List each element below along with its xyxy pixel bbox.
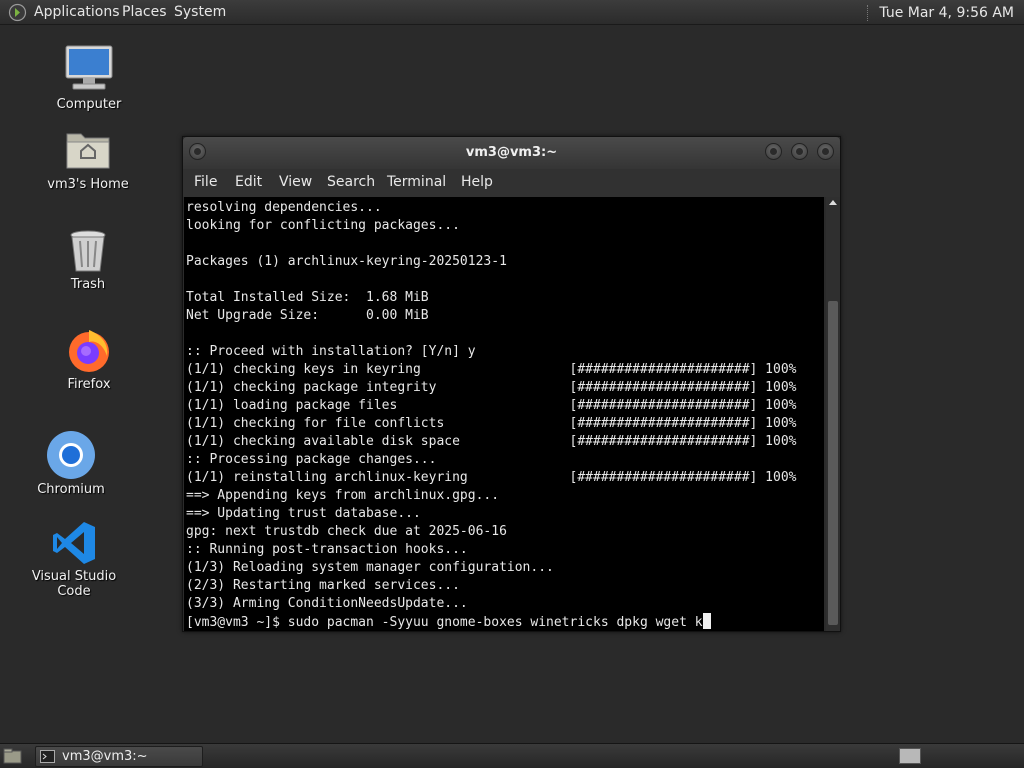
- chromium-icon: [47, 431, 95, 479]
- menu-terminal[interactable]: Terminal: [387, 174, 446, 190]
- terminal-line: looking for conflicting packages...: [186, 218, 460, 233]
- clock-area: Tue Mar 4, 9:56 AM: [867, 0, 1024, 25]
- terminal-line: :: Running post-transaction hooks...: [186, 542, 468, 557]
- menu-view[interactable]: View: [279, 174, 312, 190]
- terminal-line: :: Proceed with installation? [Y/n] y: [186, 344, 476, 359]
- desktop-icon-label: vm3's Home: [47, 177, 129, 192]
- menu-file[interactable]: File: [194, 174, 217, 190]
- desktop-icon-firefox[interactable]: Firefox: [34, 326, 144, 394]
- home-folder-icon: [66, 133, 110, 169]
- trash-icon: [70, 230, 106, 272]
- terminal-line: gpg: next trustdb check due at 2025-06-1…: [186, 524, 507, 539]
- menu-edit[interactable]: Edit: [235, 174, 262, 190]
- terminal-line: (1/1) loading package files [###########…: [186, 398, 797, 413]
- terminal-line: (1/1) checking package integrity [######…: [186, 380, 797, 395]
- desktop-icon-trash[interactable]: Trash: [33, 229, 143, 295]
- system-menu[interactable]: System: [174, 4, 226, 20]
- close-button[interactable]: [817, 143, 834, 160]
- desktop-icon-label: Chromium: [37, 482, 105, 497]
- taskbar-terminal-button[interactable]: vm3@vm3:~: [35, 746, 203, 767]
- menu-help[interactable]: Help: [461, 174, 493, 190]
- firefox-icon: [69, 330, 109, 372]
- minimize-button[interactable]: [765, 143, 782, 160]
- terminal-window[interactable]: vm3@vm3:~ File Edit View Search Terminal…: [182, 136, 841, 632]
- terminal-line: resolving dependencies...: [186, 200, 382, 215]
- terminal-line: ==> Appending keys from archlinux.gpg...: [186, 488, 500, 503]
- desktop-icon-chromium[interactable]: Chromium: [16, 430, 126, 500]
- terminal-line: (1/1) checking for file conflicts [#####…: [186, 416, 797, 431]
- menu-search[interactable]: Search: [327, 174, 375, 190]
- vscode-icon: [53, 522, 95, 564]
- terminal-line: Packages (1) archlinux-keyring-20250123-…: [186, 254, 507, 269]
- applications-menu-icon[interactable]: [8, 3, 27, 22]
- panel-separator: [867, 4, 871, 21]
- terminal-line: Total Installed Size: 1.68 MiB: [186, 290, 429, 305]
- computer-icon: [65, 45, 113, 90]
- terminal-line: (1/1) checking available disk space [###…: [186, 434, 797, 449]
- applications-menu[interactable]: Applications: [34, 4, 120, 20]
- terminal-line: (2/3) Restarting marked services...: [186, 578, 460, 593]
- terminal-scrollbar[interactable]: [826, 197, 840, 631]
- desktop-icon-label: Firefox: [67, 377, 111, 392]
- show-desktop-icon[interactable]: [3, 748, 22, 765]
- desktop-icon-computer[interactable]: Computer: [34, 44, 144, 119]
- window-title: vm3@vm3:~: [465, 145, 558, 160]
- terminal-icon: [40, 750, 55, 763]
- top-panel: Applications Places System Tue Mar 4, 9:…: [0, 0, 1024, 25]
- bottom-panel: vm3@vm3:~: [0, 743, 1024, 768]
- desktop-icon-label: Visual Studio Code: [31, 569, 117, 599]
- terminal-line: ==> Updating trust database...: [186, 506, 421, 521]
- text-cursor: [702, 613, 711, 629]
- clock[interactable]: Tue Mar 4, 9:56 AM: [879, 5, 1024, 21]
- desktop-icon-vscode[interactable]: Visual Studio Code: [19, 520, 129, 599]
- scroll-up-arrow-icon[interactable]: [829, 200, 837, 205]
- terminal-line: (1/3) Reloading system manager configura…: [186, 560, 554, 575]
- desktop-icon-label: Computer: [56, 97, 122, 112]
- desktop-icon-home[interactable]: vm3's Home: [33, 128, 143, 198]
- taskbar-button-label: vm3@vm3:~: [62, 749, 148, 764]
- terminal-line: (1/1) reinstalling archlinux-keyring [##…: [186, 470, 797, 485]
- workspace-switcher[interactable]: [899, 748, 921, 764]
- terminal-line: (1/1) checking keys in keyring [########…: [186, 362, 797, 377]
- terminal-menubar: File Edit View Search Terminal Help: [183, 169, 840, 197]
- command-prompt-line[interactable]: [vm3@vm3 ~]$ sudo pacman -Syyuu gnome-bo…: [186, 613, 824, 631]
- terminal-line: :: Processing package changes...: [186, 452, 437, 467]
- terminal-line: (3/3) Arming ConditionNeedsUpdate...: [186, 596, 468, 611]
- command-prompt: [vm3@vm3 ~]$ sudo pacman -Syyuu gnome-bo…: [186, 615, 703, 630]
- terminal-output[interactable]: resolving dependencies... looking for con…: [184, 197, 824, 631]
- places-menu[interactable]: Places: [122, 4, 167, 20]
- desktop-icon-label: Trash: [70, 277, 106, 292]
- window-titlebar[interactable]: vm3@vm3:~: [183, 137, 840, 169]
- terminal-line: Net Upgrade Size: 0.00 MiB: [186, 308, 429, 323]
- scrollbar-thumb[interactable]: [828, 301, 838, 625]
- maximize-button[interactable]: [791, 143, 808, 160]
